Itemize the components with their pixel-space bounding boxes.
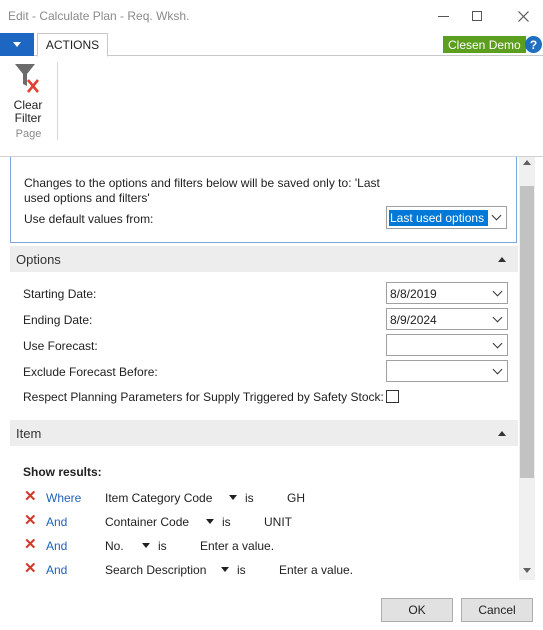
chevron-down-icon: [492, 364, 503, 375]
clear-filter-label-2: Filter: [14, 111, 42, 125]
minimize-button[interactable]: [428, 2, 458, 30]
remove-filter-icon[interactable]: ✕: [24, 513, 37, 528]
item-section-title: Item: [16, 426, 42, 441]
filter-value[interactable]: Enter a value.: [279, 563, 353, 577]
remove-filter-icon[interactable]: ✕: [24, 561, 37, 576]
chevron-down-icon: [491, 210, 502, 221]
window-title: Edit - Calculate Plan - Req. Wksh.: [8, 9, 190, 23]
ribbon-tab-bar: ACTIONS Clesen Demo ?: [0, 32, 543, 57]
collapse-icon: [498, 431, 506, 436]
filter-conjunction[interactable]: And: [46, 563, 67, 577]
item-section-header[interactable]: Item: [10, 420, 518, 446]
cancel-button[interactable]: Cancel: [461, 598, 533, 622]
filter-value[interactable]: UNIT: [264, 515, 292, 529]
filter-conjunction[interactable]: Where: [46, 491, 81, 505]
show-results-label: Show results:: [23, 465, 102, 479]
scroll-down-icon[interactable]: [523, 568, 531, 573]
request-page-content: Changes to the options and filters below…: [0, 156, 543, 580]
ending-date-label: Ending Date:: [23, 313, 93, 327]
close-button[interactable]: [508, 2, 538, 30]
maximize-button[interactable]: [462, 2, 492, 30]
saved-options-panel: Changes to the options and filters below…: [10, 157, 517, 243]
navigation-menu-button[interactable]: [0, 33, 34, 56]
filter-operator: is: [245, 491, 254, 505]
starting-date-label: Starting Date:: [23, 287, 97, 301]
starting-date-value: 8/8/2019: [390, 287, 437, 301]
scrollbar-thumb[interactable]: [520, 186, 534, 478]
chevron-down-icon: [492, 286, 503, 297]
chevron-down-icon[interactable]: [206, 519, 214, 524]
close-icon: [517, 10, 529, 22]
filter-field[interactable]: Search Description: [105, 563, 206, 577]
default-values-value: Last used options and filters: [389, 210, 488, 226]
default-values-select[interactable]: Last used options and filters: [386, 206, 507, 229]
clear-filter-button[interactable]: Clear Filter: [8, 60, 48, 125]
title-bar: Edit - Calculate Plan - Req. Wksh.: [0, 0, 543, 32]
collapse-icon: [498, 257, 506, 262]
use-forecast-field[interactable]: [386, 334, 508, 356]
starting-date-field[interactable]: 8/8/2019: [386, 282, 508, 304]
chevron-down-icon[interactable]: [229, 495, 237, 500]
filter-value[interactable]: Enter a value.: [200, 539, 274, 553]
filter-field[interactable]: Item Category Code: [105, 491, 212, 505]
ok-button[interactable]: OK: [381, 598, 453, 622]
remove-filter-icon[interactable]: ✕: [24, 537, 37, 552]
filter-conjunction[interactable]: And: [46, 539, 67, 553]
chevron-down-icon: [492, 312, 503, 323]
ribbon-group-page: Page: [15, 128, 42, 140]
minimize-icon: [437, 15, 449, 17]
filter-field[interactable]: Container Code: [105, 515, 189, 529]
default-values-label: Use default values from:: [24, 212, 154, 226]
options-section-title: Options: [16, 252, 61, 267]
save-notice: Changes to the options and filters below…: [24, 176, 380, 205]
ending-date-field[interactable]: 8/9/2024: [386, 308, 508, 330]
help-icon[interactable]: ?: [525, 36, 542, 53]
filter-value[interactable]: GH: [287, 491, 305, 505]
chevron-down-icon[interactable]: [142, 543, 150, 548]
tab-actions[interactable]: ACTIONS: [37, 33, 108, 57]
exclude-forecast-label: Exclude Forecast Before:: [23, 365, 158, 379]
use-forecast-label: Use Forecast:: [23, 339, 98, 353]
scroll-up-icon[interactable]: [523, 160, 531, 165]
filter-row: ✕ Where Item Category Code is GH: [0, 489, 519, 507]
filter-row: ✕ And Search Description is Enter a valu…: [0, 561, 519, 579]
ribbon-divider: [57, 62, 58, 140]
chevron-down-icon: [492, 338, 503, 349]
ending-date-value: 8/9/2024: [390, 313, 437, 327]
dialog-footer: OK Cancel: [0, 580, 543, 630]
exclude-forecast-field[interactable]: [386, 360, 508, 382]
filter-conjunction[interactable]: And: [46, 515, 67, 529]
ribbon: Clear Filter Page: [0, 56, 543, 148]
respect-planning-label: Respect Planning Parameters for Supply T…: [23, 390, 384, 404]
chevron-down-icon[interactable]: [221, 567, 229, 572]
filter-row: ✕ And No. is Enter a value.: [0, 537, 519, 555]
remove-filter-icon[interactable]: ✕: [24, 489, 37, 504]
respect-planning-checkbox[interactable]: [386, 390, 399, 403]
filter-row: ✕ And Container Code is UNIT: [0, 513, 519, 531]
maximize-icon: [472, 11, 482, 21]
company-badge[interactable]: Clesen Demo: [443, 36, 526, 53]
filter-operator: is: [222, 515, 231, 529]
options-section-header[interactable]: Options: [10, 246, 518, 272]
filter-operator: is: [158, 539, 167, 553]
clear-filter-icon: [15, 64, 39, 93]
filter-field[interactable]: No.: [105, 539, 124, 553]
filter-operator: is: [237, 563, 246, 577]
vertical-scrollbar[interactable]: [519, 157, 535, 580]
chevron-down-icon: [13, 42, 21, 47]
